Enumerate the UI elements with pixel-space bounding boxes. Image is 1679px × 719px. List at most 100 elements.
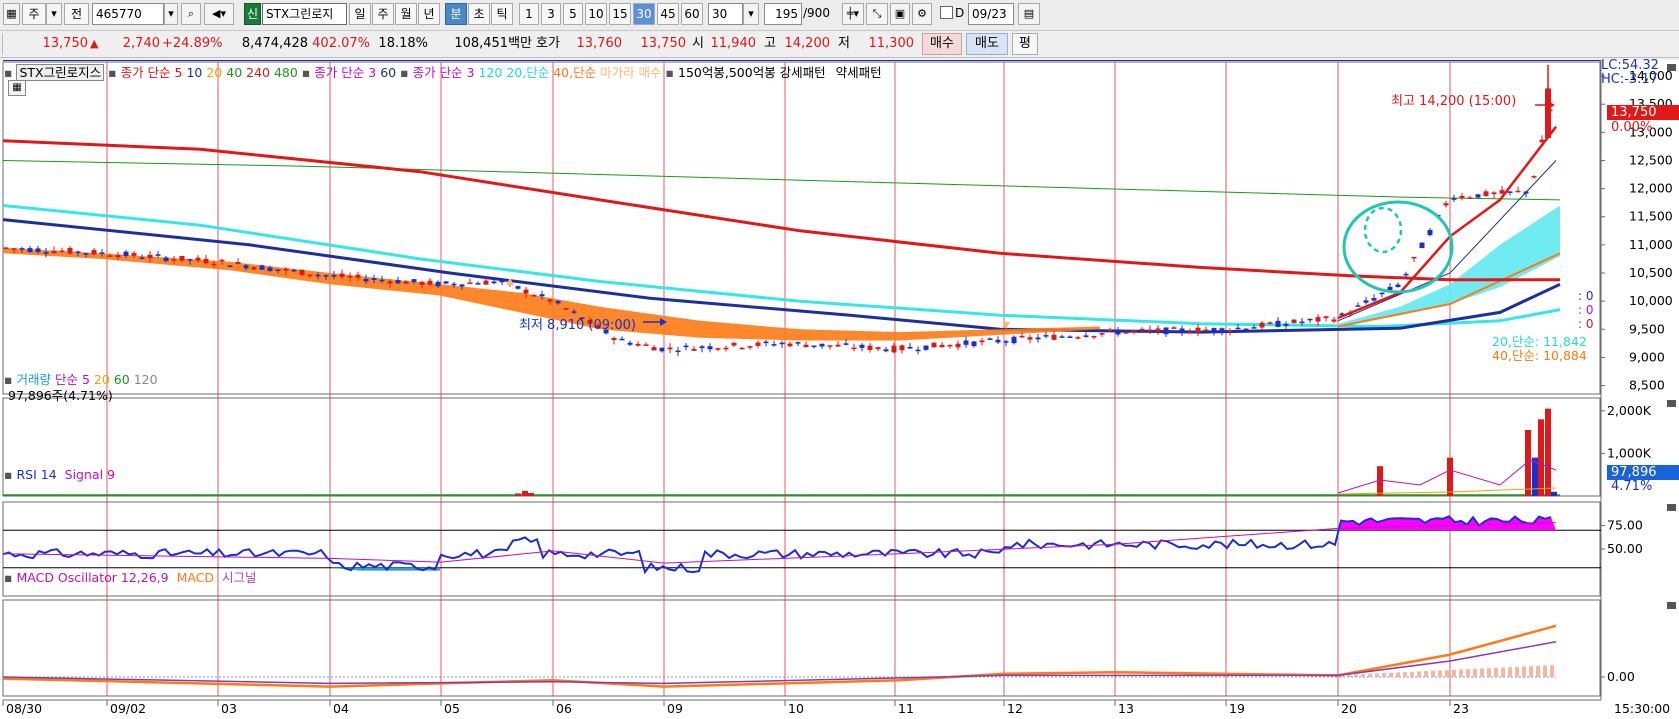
candle-body [1003, 341, 1009, 343]
candle-body [1507, 191, 1513, 193]
candle-body [1235, 327, 1241, 330]
candle-body [43, 252, 49, 254]
eval-button[interactable]: 평 [1012, 33, 1038, 55]
type-select[interactable]: 주 [22, 3, 46, 25]
jeon-button[interactable]: 전 [64, 3, 89, 25]
legend-pattern-label[interactable]: 150억봉,500억봉 강세패턴 [678, 65, 826, 80]
interval-60-button[interactable]: 60 [681, 3, 703, 25]
candle-body [259, 265, 265, 270]
interval-dropdown-icon[interactable]: ▾ [743, 3, 759, 25]
interval-10-button[interactable]: 10 [585, 3, 607, 25]
candle-body [651, 347, 657, 351]
macd-legend-signal[interactable]: 시그널 [222, 570, 257, 585]
legend-weak-label[interactable]: 약세패턴 [836, 65, 882, 80]
legend-ma1-label[interactable]: 종가 단순 [121, 65, 171, 80]
candle-body [411, 279, 417, 283]
sell-button[interactable]: 매도 [966, 33, 1008, 55]
legend-ma1-240: 240 [246, 65, 270, 80]
speaker-icon[interactable]: ◀▾ [204, 3, 234, 25]
candle-body [979, 340, 985, 343]
candle-body [1043, 335, 1049, 337]
volume-info: 97,896주(4.71%) [8, 388, 113, 403]
current-price: 13,750 [42, 36, 89, 51]
period-year-button[interactable]: 년 [418, 3, 440, 25]
price-panel [2, 61, 1601, 395]
period-month-button[interactable]: 월 [395, 3, 417, 25]
code-dropdown-icon[interactable]: ▾ [164, 3, 178, 25]
candle-settings-icon[interactable]: ╪▾ [842, 3, 864, 25]
x-axis-label: 23 [1453, 701, 1469, 716]
interval-5-button[interactable]: 5 [563, 3, 583, 25]
legend-marker-icon: ▪ [4, 65, 13, 80]
macd-osc-bar [1494, 667, 1498, 677]
grid-table-icon[interactable]: ▦ [8, 80, 26, 96]
legend-ma2-label[interactable]: 종가 단순 [314, 65, 364, 80]
period-tick-button[interactable]: 틱 [491, 3, 513, 25]
d-checkbox[interactable] [940, 6, 953, 19]
stock-code-input[interactable]: 465770 [92, 3, 164, 25]
period-minute-button[interactable]: 분 [445, 3, 467, 25]
candle-body [659, 347, 665, 352]
candle-body [635, 343, 641, 346]
chevron-down-icon[interactable]: ▾ [46, 3, 62, 25]
candle-body [555, 300, 561, 304]
search-icon[interactable]: ⌕ [181, 3, 201, 25]
interval-1-button[interactable]: 1 [519, 3, 539, 25]
legend-ma2-3: 3 [368, 65, 377, 80]
period-second-button[interactable]: 초 [468, 3, 490, 25]
interval-30-button[interactable]: 30 [633, 3, 655, 25]
chart-area[interactable]: 08/30 09/02 03 04 05 06 09 10 11 12 13 19 20 23 14,000… [0, 58, 1679, 719]
volume-panel [2, 397, 1601, 497]
rsi-legend-name[interactable]: RSI 14 [16, 467, 56, 482]
pct-tag: 0.00% [1611, 120, 1653, 135]
macd-osc-bar [1529, 666, 1533, 677]
candle-body [363, 278, 369, 282]
up-arrow-icon: ▲ [90, 37, 99, 50]
macd-osc-bar [1410, 671, 1414, 677]
candle-body [459, 284, 465, 287]
candle-body [1419, 242, 1425, 249]
candle-body [699, 346, 705, 349]
candle-body [627, 342, 633, 345]
stock-name-field[interactable]: STX그린로지 [262, 3, 347, 25]
trend-tool-icon[interactable]: ⤡ [866, 3, 888, 25]
candle-body [115, 254, 121, 258]
interval-45-button[interactable]: 45 [657, 3, 679, 25]
count-input[interactable]: 195 [764, 3, 802, 25]
save-icon[interactable]: ▣ [890, 3, 910, 25]
interval-3-button[interactable]: 3 [541, 3, 561, 25]
period-day-button[interactable]: 일 [349, 3, 371, 25]
period-week-button[interactable]: 주 [372, 3, 394, 25]
legend-ma3-label[interactable]: 종가 단순 [413, 65, 463, 80]
layout-icon[interactable]: ▦ [3, 3, 20, 25]
legend-signal-label[interactable]: 마가라 매수 [600, 65, 661, 80]
candle-body [691, 348, 697, 351]
candle-body [1355, 305, 1361, 307]
volume-bar [515, 493, 521, 496]
candle-body [499, 280, 505, 283]
x-axis-label: 08/30 [6, 701, 42, 716]
candle-body [371, 278, 377, 280]
candle-body [1545, 88, 1551, 138]
rsi-legend-signal[interactable]: Signal 9 [65, 467, 115, 482]
buy-button[interactable]: 매수 [922, 33, 962, 55]
calendar-icon[interactable]: ▤ [1018, 3, 1040, 25]
volume-pct-tag: 4.71% [1611, 479, 1653, 494]
macd-osc-bar [1452, 669, 1456, 677]
candle-body [643, 344, 649, 346]
interval-15-button[interactable]: 15 [609, 3, 631, 25]
gear-icon[interactable]: ⚙ [912, 3, 932, 25]
candle-body [963, 340, 969, 345]
macd-legend-macd[interactable]: MACD [177, 570, 214, 585]
candle-body [1411, 256, 1417, 259]
candle-body [1475, 194, 1481, 198]
candle-body [835, 344, 841, 347]
legend-stock-name[interactable]: STX그린로지스 [16, 64, 105, 81]
date-input[interactable]: 09/23 [968, 3, 1014, 25]
interval-input[interactable]: 30 [708, 3, 743, 25]
chart-canvas[interactable]: 08/30 09/02 03 04 05 06 09 10 11 12 13 19 20 2314,000… [0, 60, 1679, 719]
macd-legend-osc[interactable]: MACD Oscillator 12,26,9 [16, 570, 168, 585]
candle-body [1251, 327, 1257, 329]
macd-osc-bar [1466, 669, 1470, 677]
legend-ma2-60: 60 [380, 65, 397, 80]
